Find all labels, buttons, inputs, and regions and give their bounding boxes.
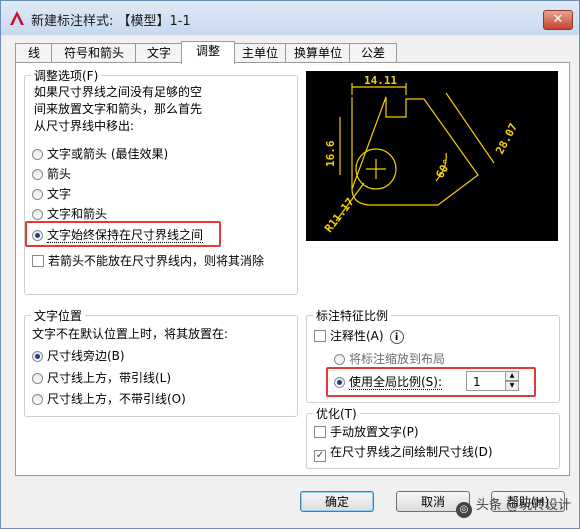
radio-beside-dim-line[interactable]: 尺寸线旁边(B)	[32, 347, 125, 365]
preview-dim-right-line	[445, 92, 495, 164]
radio-indicator	[32, 169, 43, 180]
tab-fit[interactable]: 调整	[181, 41, 235, 64]
radio-indicator	[32, 209, 43, 220]
radio-indicator	[32, 351, 43, 362]
fit-description-line-3: 从尺寸界线中移出:	[34, 119, 135, 133]
checkbox-manual-placement[interactable]: 手动放置文字(P)	[314, 423, 419, 441]
scale-features-legend: 标注特征比例	[316, 309, 389, 323]
radio-label: 尺寸线旁边(B)	[47, 349, 125, 363]
checkbox-draw-between-ext-lines[interactable]: ✓ 在尺寸界线之间绘制尺寸线(D)	[314, 443, 493, 462]
text-placement-legend: 文字位置	[34, 309, 83, 323]
radio-over-dim-line-with-leader[interactable]: 尺寸线上方，带引线(L)	[32, 369, 171, 387]
radio-arrows[interactable]: 箭头	[32, 165, 71, 183]
watermark-logo-icon: ◎	[455, 502, 472, 518]
highlight-box-always-keep-text	[25, 221, 221, 247]
tab-text[interactable]: 文字	[135, 43, 183, 63]
fit-description-line-1: 如果尺寸界线之间没有足够的空	[34, 85, 203, 99]
radio-label: 文字	[47, 187, 72, 201]
preview-dim-left-text: 16.6	[324, 140, 337, 167]
checkbox-indicator	[314, 426, 326, 438]
radio-scale-to-layout[interactable]: 将标注缩放到布局	[334, 350, 445, 368]
fit-options-legend: 调整选项(F)	[34, 69, 99, 83]
checkbox-label: 手动放置文字(P)	[330, 425, 419, 439]
radio-text-or-arrows[interactable]: 文字或箭头 (最佳效果)	[32, 145, 168, 163]
tab-primary-units[interactable]: 主单位	[233, 43, 287, 63]
info-icon[interactable]: i	[389, 330, 404, 344]
tab-tolerances[interactable]: 公差	[349, 43, 397, 63]
checkbox-indicator	[314, 330, 326, 342]
radio-indicator	[334, 354, 345, 365]
radio-text[interactable]: 文字	[32, 185, 71, 203]
checkbox-suppress-arrows[interactable]: 若箭头不能放在尺寸界线内，则将其消除	[32, 252, 264, 270]
watermark: ◎ 头条 @玩转设计	[455, 494, 571, 518]
watermark-text: 头条 @玩转设计	[475, 498, 571, 513]
checkbox-label: 在尺寸界线之间绘制尺寸线(D)	[330, 445, 493, 459]
preview-dim-right-text: 28.07	[493, 121, 520, 156]
radio-indicator	[32, 149, 43, 160]
preview-dim-radius-text: R11.17	[322, 196, 357, 235]
preview-dim-top-text: 14.11	[364, 74, 397, 87]
tab-lines[interactable]: 线	[15, 43, 53, 63]
dimension-preview-drawing: 14.11 16.6 28.07 60° R11.17	[322, 74, 520, 235]
autocad-logo-icon	[10, 11, 24, 25]
tab-alternate-units[interactable]: 换算单位	[285, 43, 351, 63]
highlight-box-overall-scale	[326, 367, 536, 397]
checkbox-label: 注释性(A)	[330, 329, 384, 343]
checkbox-indicator: ✓	[314, 450, 326, 462]
radio-label: 尺寸线上方，带引线(L)	[47, 371, 172, 385]
checkbox-indicator	[32, 255, 44, 267]
dialog-window: 新建标注样式: 【模型】1-1 ✕ 线 符号和箭头 文字 调整 主单位 换算单位…	[0, 0, 580, 529]
fit-tab-panel: 调整选项(F) 如果尺寸界线之间没有足够的空 间来放置文字和箭头，那么首先 从尺…	[15, 62, 570, 476]
radio-label: 将标注缩放到布局	[349, 352, 446, 366]
radio-label: 文字或箭头 (最佳效果)	[47, 147, 169, 161]
fine-tuning-legend: 优化(T)	[316, 407, 357, 421]
radio-indicator	[32, 394, 43, 405]
text-placement-description: 文字不在默认位置上时，将其放置在:	[32, 327, 229, 341]
radio-over-dim-line-without-leader[interactable]: 尺寸线上方，不带引线(O)	[32, 390, 186, 408]
checkbox-annotative[interactable]: 注释性(A) i	[314, 327, 404, 345]
radio-indicator	[32, 373, 43, 384]
radio-label: 箭头	[47, 167, 72, 181]
radio-label: 文字和箭头	[47, 207, 108, 221]
preview-canvas: 14.11 16.6 28.07 60° R11.17	[306, 71, 558, 241]
close-button[interactable]: ✕	[543, 10, 573, 30]
tab-symbols-arrows[interactable]: 符号和箭头	[51, 43, 137, 63]
window-title: 新建标注样式: 【模型】1-1	[31, 14, 191, 29]
preview-dim-angle-text: 60°	[433, 157, 454, 181]
checkbox-label: 若箭头不能放在尺寸界线内，则将其消除	[48, 254, 265, 268]
ok-button[interactable]: 确定	[300, 491, 374, 512]
radio-indicator	[32, 189, 43, 200]
title-bar: 新建标注样式: 【模型】1-1 ✕	[1, 1, 579, 35]
fit-description-line-2: 间来放置文字和箭头，那么首先	[34, 102, 203, 116]
radio-label: 尺寸线上方，不带引线(O)	[47, 392, 186, 406]
